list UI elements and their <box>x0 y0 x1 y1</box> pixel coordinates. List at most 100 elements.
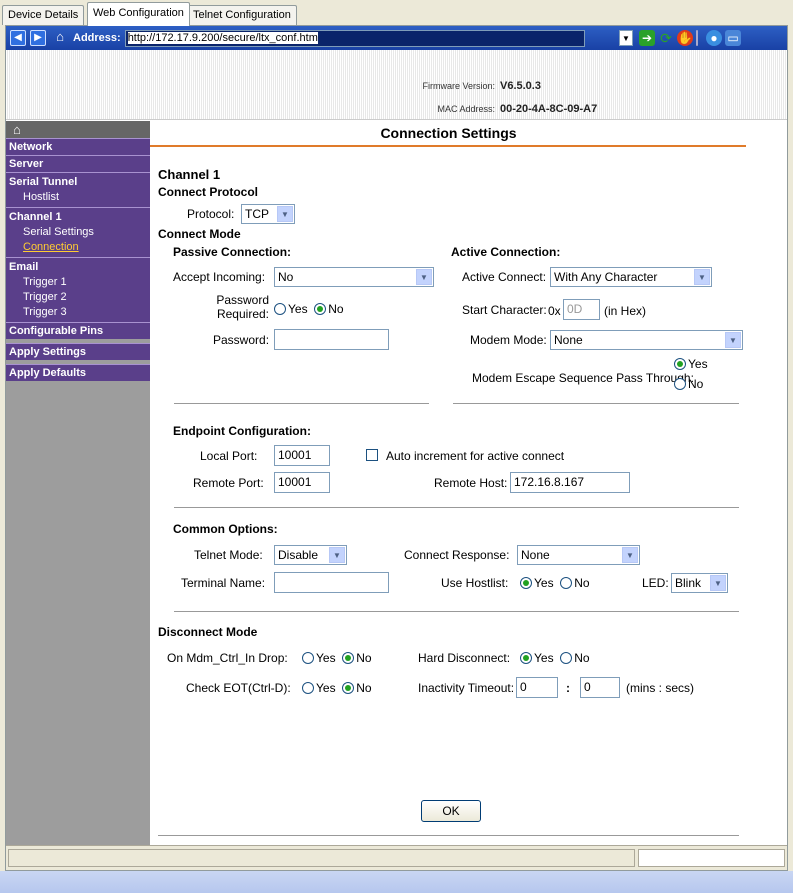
ok-button[interactable]: OK <box>421 800 481 822</box>
mdm-ctrl-yes-label: Yes <box>316 651 336 665</box>
use-hostlist-no-label: No <box>574 576 590 590</box>
address-dropdown-icon[interactable]: ▼ <box>619 30 633 46</box>
sidebar-item-serial-settings[interactable]: Serial Settings <box>6 225 150 240</box>
status-pane-main <box>8 849 635 867</box>
tab-telnet-configuration[interactable]: Telnet Configuration <box>187 5 297 25</box>
sidebar-item-configurable-pins[interactable]: Configurable Pins <box>6 322 150 339</box>
active-connect-value: With Any Character <box>554 270 658 284</box>
connect-mode-heading: Connect Mode <box>158 227 241 241</box>
use-hostlist-radios: Yes No <box>520 576 590 590</box>
address-url: http://172.17.9.200/secure/ltx_conf.htm <box>127 31 318 44</box>
modem-escape-yes-label: Yes <box>688 357 708 371</box>
address-label: Address: <box>73 32 121 44</box>
password-required-yes-radio[interactable] <box>274 303 286 315</box>
stop-icon[interactable]: ✋ <box>677 30 693 46</box>
sidebar-group-email: Email Trigger 1 Trigger 2 Trigger 3 <box>6 257 150 322</box>
chevron-down-icon: ▼ <box>329 547 345 563</box>
mdm-ctrl-yes-radio[interactable] <box>302 652 314 664</box>
sidebar-item-trigger1[interactable]: Trigger 1 <box>6 275 150 290</box>
hard-disconnect-no-label: No <box>574 651 590 665</box>
modem-mode-select[interactable]: None ▼ <box>550 330 743 350</box>
firmware-value: V6.5.0.3 <box>500 80 541 92</box>
tab-web-configuration[interactable]: Web Configuration <box>87 2 190 26</box>
forward-icon[interactable]: ▶ <box>30 30 46 46</box>
telnet-mode-select[interactable]: Disable ▼ <box>274 545 347 565</box>
inactivity-secs-input[interactable]: 0 <box>580 677 620 698</box>
main-content: Connection Settings Channel 1 Connect Pr… <box>150 121 787 845</box>
mdm-ctrl-label: On Mdm_Ctrl_In Drop: <box>167 651 288 665</box>
accept-incoming-select[interactable]: No ▼ <box>274 267 434 287</box>
check-eot-radios: Yes No <box>302 681 372 695</box>
page-title: Connection Settings <box>380 125 517 141</box>
inactivity-timeout-label: Inactivity Timeout: <box>418 681 515 695</box>
check-eot-yes-radio[interactable] <box>302 682 314 694</box>
terminal-name-input[interactable] <box>274 572 389 593</box>
sidebar: ⌂ Network Server Serial Tunnel Hostlist … <box>6 121 150 845</box>
sidebar-item-serial-tunnel[interactable]: Serial Tunnel <box>6 175 150 190</box>
modem-escape-yes-radio[interactable] <box>674 358 686 370</box>
password-required-line2: Required: <box>216 307 269 321</box>
remote-port-input[interactable]: 10001 <box>274 472 330 493</box>
sidebar-item-connection[interactable]: Connection <box>6 240 150 255</box>
mac-value: 00-20-4A-8C-09-A7 <box>500 103 598 115</box>
protocol-select[interactable]: TCP ▼ <box>241 204 295 224</box>
modem-escape-no-radio[interactable] <box>674 378 686 390</box>
sidebar-item-trigger2[interactable]: Trigger 2 <box>6 290 150 305</box>
sidebar-item-channel1[interactable]: Channel 1 <box>6 210 150 225</box>
status-pane-secondary <box>638 849 785 867</box>
sidebar-item-network[interactable]: Network <box>6 138 150 155</box>
inactivity-units: (mins : secs) <box>626 681 695 695</box>
help-icon[interactable]: ● <box>706 30 722 46</box>
chevron-down-icon: ▼ <box>622 547 638 563</box>
connect-response-select[interactable]: None ▼ <box>517 545 640 565</box>
active-connect-label: Active Connect: <box>462 270 547 284</box>
led-select[interactable]: Blink ▼ <box>671 573 728 593</box>
tab-device-details[interactable]: Device Details <box>2 5 85 25</box>
check-eot-no-radio[interactable] <box>342 682 355 694</box>
use-hostlist-yes-radio[interactable] <box>520 577 532 589</box>
back-icon[interactable]: ◀ <box>10 30 26 46</box>
use-hostlist-yes-label: Yes <box>534 576 554 590</box>
accept-incoming-value: No <box>278 270 294 284</box>
sidebar-item-server[interactable]: Server <box>6 155 150 172</box>
start-character-suffix: (in Hex) <box>604 304 647 318</box>
remote-host-input[interactable]: 172.16.8.167 <box>510 472 630 493</box>
window-icon[interactable]: ▭ <box>725 30 741 46</box>
check-eot-yes-label: Yes <box>316 681 336 695</box>
password-input[interactable] <box>274 329 389 350</box>
sidebar-item-apply-settings[interactable]: Apply Settings <box>6 343 150 360</box>
inactivity-mins-input[interactable]: 0 <box>516 677 558 698</box>
address-input[interactable]: http://172.17.9.200/secure/ltx_conf.htm <box>124 29 585 47</box>
sidebar-item-trigger3[interactable]: Trigger 3 <box>6 305 150 320</box>
modem-mode-label: Modem Mode: <box>470 333 547 347</box>
start-character-prefix: 0x <box>548 304 561 318</box>
start-character-input[interactable]: 0D <box>563 299 600 320</box>
local-port-label: Local Port: <box>200 449 258 463</box>
hard-disconnect-no-radio[interactable] <box>560 652 573 664</box>
sidebar-item-hostlist[interactable]: Hostlist <box>6 190 150 205</box>
divider <box>453 403 739 404</box>
refresh-icon[interactable]: ⟳ <box>658 30 674 46</box>
password-required-no-radio[interactable] <box>314 303 327 315</box>
firmware-label: Firmware Version: <box>422 81 495 91</box>
home-icon[interactable]: ⌂ <box>52 30 68 46</box>
remote-port-label: Remote Port: <box>193 476 264 490</box>
active-connect-select[interactable]: With Any Character ▼ <box>550 267 712 287</box>
use-hostlist-no-radio[interactable] <box>560 577 573 589</box>
auto-increment-checkbox[interactable] <box>366 449 378 461</box>
sidebar-item-apply-defaults[interactable]: Apply Defaults <box>6 364 150 381</box>
sidebar-group-serial-tunnel: Serial Tunnel Hostlist <box>6 172 150 207</box>
auto-increment-label: Auto increment for active connect <box>386 449 565 463</box>
password-required-radios: Yes No <box>274 302 344 316</box>
go-icon[interactable]: ➔ <box>639 30 655 46</box>
protocol-value: TCP <box>245 207 269 221</box>
hard-disconnect-label: Hard Disconnect: <box>418 651 511 665</box>
local-port-input[interactable]: 10001 <box>274 445 330 466</box>
mdm-ctrl-no-radio[interactable] <box>342 652 355 664</box>
sidebar-item-email[interactable]: Email <box>6 260 150 275</box>
hard-disconnect-yes-radio[interactable] <box>520 652 532 664</box>
home-nav-icon[interactable]: ⌂ <box>6 121 150 138</box>
divider <box>174 507 739 508</box>
accept-incoming-label: Accept Incoming: <box>173 270 266 284</box>
passive-heading: Passive Connection: <box>173 245 292 259</box>
